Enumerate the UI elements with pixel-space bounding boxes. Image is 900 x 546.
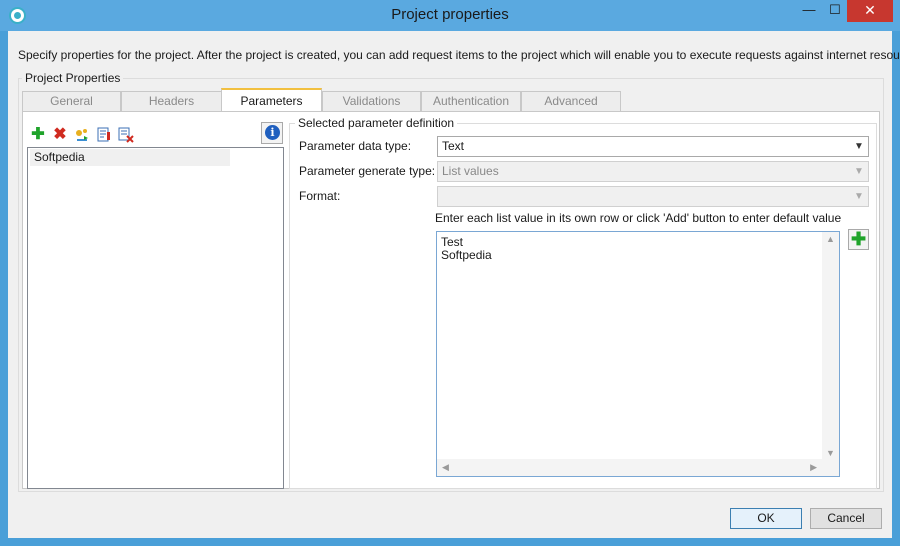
- chevron-down-icon: ▼: [854, 141, 864, 152]
- list-values-textarea[interactable]: Test Softpedia ▲ ▼ ◀ ▶: [436, 231, 840, 477]
- add-icon[interactable]: ✚: [29, 126, 47, 144]
- list-values-hint: Enter each list value in its own row or …: [435, 211, 842, 225]
- generate-type-value: List values: [442, 164, 499, 178]
- dialog-window: Project properties — ☐ ✕ Specify propert…: [0, 0, 900, 546]
- properties-icon[interactable]: [95, 126, 113, 144]
- generate-type-label: Parameter generate type:: [299, 164, 436, 178]
- parameter-definition-label: Selected parameter definition: [295, 116, 458, 130]
- tab-headers[interactable]: Headers: [121, 91, 222, 111]
- ok-button[interactable]: OK: [730, 508, 802, 529]
- format-label: Format:: [299, 189, 341, 203]
- data-type-value: Text: [442, 139, 465, 153]
- list-item[interactable]: Softpedia: [30, 149, 230, 166]
- maximize-button[interactable]: ☐: [822, 0, 848, 22]
- tab-validations[interactable]: Validations: [322, 91, 421, 111]
- parameter-list[interactable]: Softpedia: [27, 147, 284, 489]
- data-type-select[interactable]: Text ▼: [437, 136, 869, 157]
- list-value-line: Test: [441, 235, 464, 249]
- minimize-button[interactable]: —: [796, 0, 822, 22]
- cancel-button[interactable]: Cancel: [810, 508, 882, 529]
- vertical-scrollbar[interactable]: ▲ ▼: [822, 232, 839, 460]
- close-button[interactable]: ✕: [847, 0, 893, 22]
- window-title: Project properties: [391, 6, 509, 23]
- title-bar[interactable]: Project properties — ☐ ✕: [0, 0, 900, 31]
- info-icon: i: [265, 125, 280, 140]
- scroll-left-icon[interactable]: ◀: [442, 462, 449, 473]
- project-properties-label: Project Properties: [22, 71, 124, 85]
- generate-type-select[interactable]: List values ▼: [437, 161, 869, 182]
- list-value-line: Softpedia: [441, 248, 492, 262]
- tab-parameters[interactable]: Parameters: [221, 88, 322, 112]
- clear-icon[interactable]: [117, 126, 135, 144]
- scroll-up-icon[interactable]: ▲: [826, 234, 835, 244]
- delete-icon[interactable]: ✖: [51, 126, 69, 144]
- generate-icon[interactable]: [73, 126, 91, 144]
- tab-general[interactable]: General: [22, 91, 121, 111]
- scroll-down-icon[interactable]: ▼: [826, 448, 835, 458]
- add-value-button[interactable]: ✚: [848, 229, 869, 250]
- data-type-label: Parameter data type:: [299, 139, 412, 153]
- chevron-down-icon: ▼: [854, 166, 864, 177]
- info-button[interactable]: i: [261, 122, 283, 144]
- tab-authentication[interactable]: Authentication: [421, 91, 521, 111]
- format-select[interactable]: ▼: [437, 186, 869, 207]
- parameters-panel: ✚ ✖ i Softpedia Selected parameter defin…: [22, 111, 880, 489]
- tab-advanced[interactable]: Advanced: [521, 91, 621, 111]
- chevron-down-icon: ▼: [854, 191, 864, 202]
- scroll-right-icon[interactable]: ▶: [810, 462, 817, 473]
- intro-text: Specify properties for the project. Afte…: [18, 48, 900, 62]
- horizontal-scrollbar[interactable]: ◀ ▶: [437, 459, 839, 476]
- dialog-body: Specify properties for the project. Afte…: [8, 31, 900, 538]
